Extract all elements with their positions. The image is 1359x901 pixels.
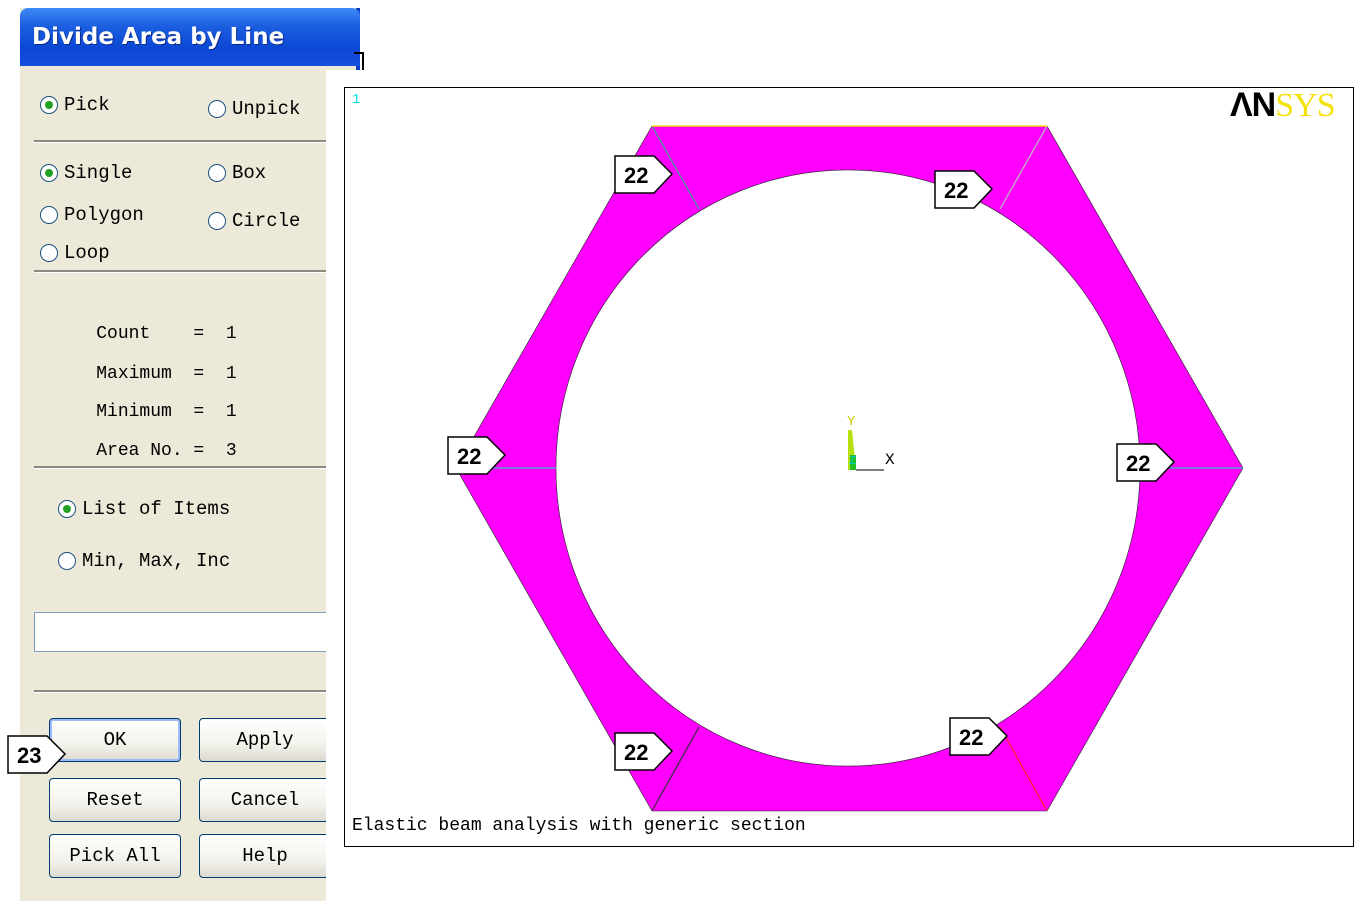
- callout-label: 22: [1126, 451, 1150, 476]
- triad-x-label: X: [885, 451, 895, 469]
- callout-label: 22: [944, 178, 968, 203]
- coordinate-triad: Y Z X: [847, 414, 895, 471]
- model-drawing: Y Z X 22 22 22 22 22 22 23: [7, 125, 1244, 812]
- callout-label: 23: [17, 743, 41, 768]
- callout-label: 22: [624, 740, 648, 765]
- triad-y-label: Y: [847, 414, 856, 430]
- callout-label: 22: [457, 444, 481, 469]
- callout-label: 22: [624, 163, 648, 188]
- callout-label: 22: [959, 725, 983, 750]
- triad-z-label: Z: [849, 454, 856, 468]
- callout-23: 23: [7, 735, 67, 774]
